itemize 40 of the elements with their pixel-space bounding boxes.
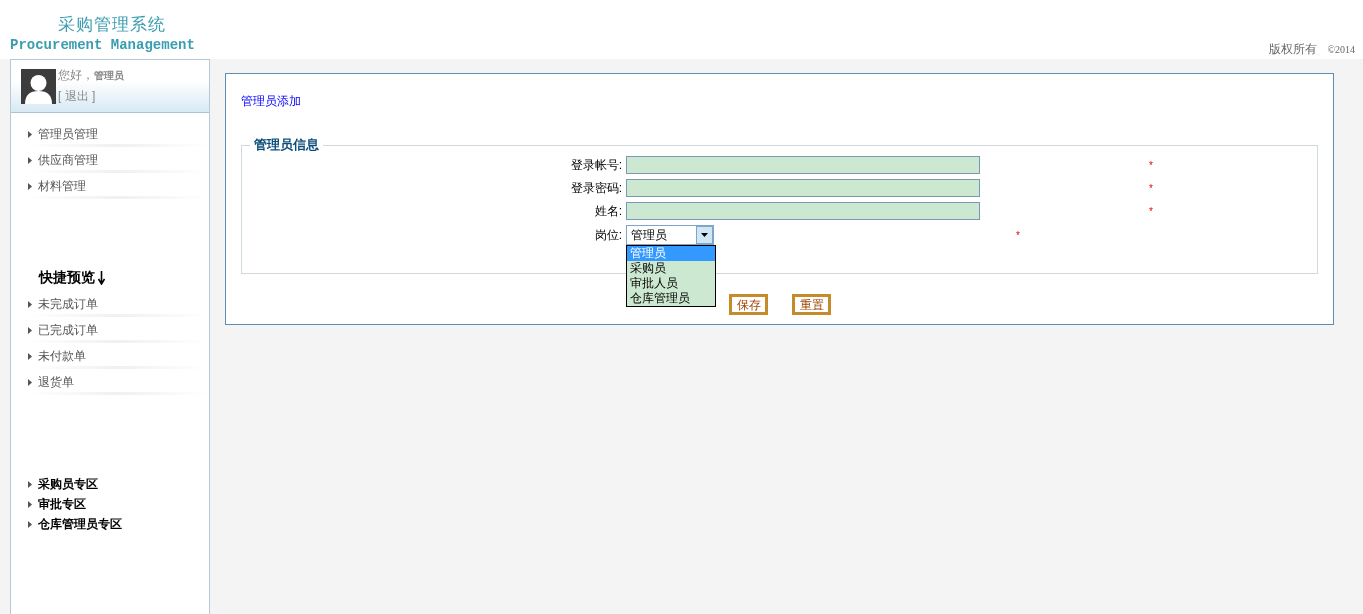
form-button[interactable]: 重置 <box>792 294 831 315</box>
required-mark: * <box>1016 229 1021 241</box>
input-field[interactable] <box>626 179 980 197</box>
logo-subtitle: Procurement Management <box>10 37 195 53</box>
triangle-icon <box>28 326 32 334</box>
input-field[interactable] <box>626 202 980 220</box>
dropdown-option[interactable]: 审批人员 <box>627 276 715 291</box>
zone-item[interactable]: 仓库管理员专区 <box>28 514 209 534</box>
zone-item[interactable]: 采购员专区 <box>28 474 209 494</box>
zone-item[interactable]: 审批专区 <box>28 494 209 514</box>
form-button[interactable]: 保存 <box>729 294 768 315</box>
required-mark: * <box>1149 182 1154 194</box>
down-arrow-icon <box>98 271 105 285</box>
user-name: 管理员 <box>94 70 124 81</box>
required-mark: * <box>1149 205 1154 217</box>
triangle-icon <box>28 352 32 360</box>
field-label: 姓名: <box>594 202 623 220</box>
fieldset-title: 管理员信息 <box>253 136 320 154</box>
input-field[interactable] <box>626 156 980 174</box>
dropdown-option[interactable]: 仓库管理员 <box>627 291 715 306</box>
copyright-year: ©2014 <box>1327 44 1355 55</box>
field-label: 登录帐号: <box>570 156 623 174</box>
triangle-icon <box>28 500 32 508</box>
required-mark: * <box>1149 159 1154 171</box>
triangle-icon <box>28 130 32 138</box>
greeting-text: 您好， <box>58 68 94 82</box>
triangle-icon <box>28 520 32 528</box>
dropdown-option[interactable]: 采购员 <box>627 261 715 276</box>
avatar-icon <box>21 68 56 104</box>
quick-view-title: 快捷预览 <box>39 269 95 287</box>
logo-title: 采购管理系统 <box>57 14 167 36</box>
copyright-text: 版权所有 <box>1269 41 1318 58</box>
triangle-icon <box>28 480 32 488</box>
field-label: 岗位: <box>594 226 623 244</box>
page-title: 管理员添加 <box>241 93 302 110</box>
triangle-icon <box>28 378 32 386</box>
triangle-icon <box>28 182 32 190</box>
field-label: 登录密码: <box>570 179 623 197</box>
triangle-icon <box>28 156 32 164</box>
triangle-icon <box>28 300 32 308</box>
